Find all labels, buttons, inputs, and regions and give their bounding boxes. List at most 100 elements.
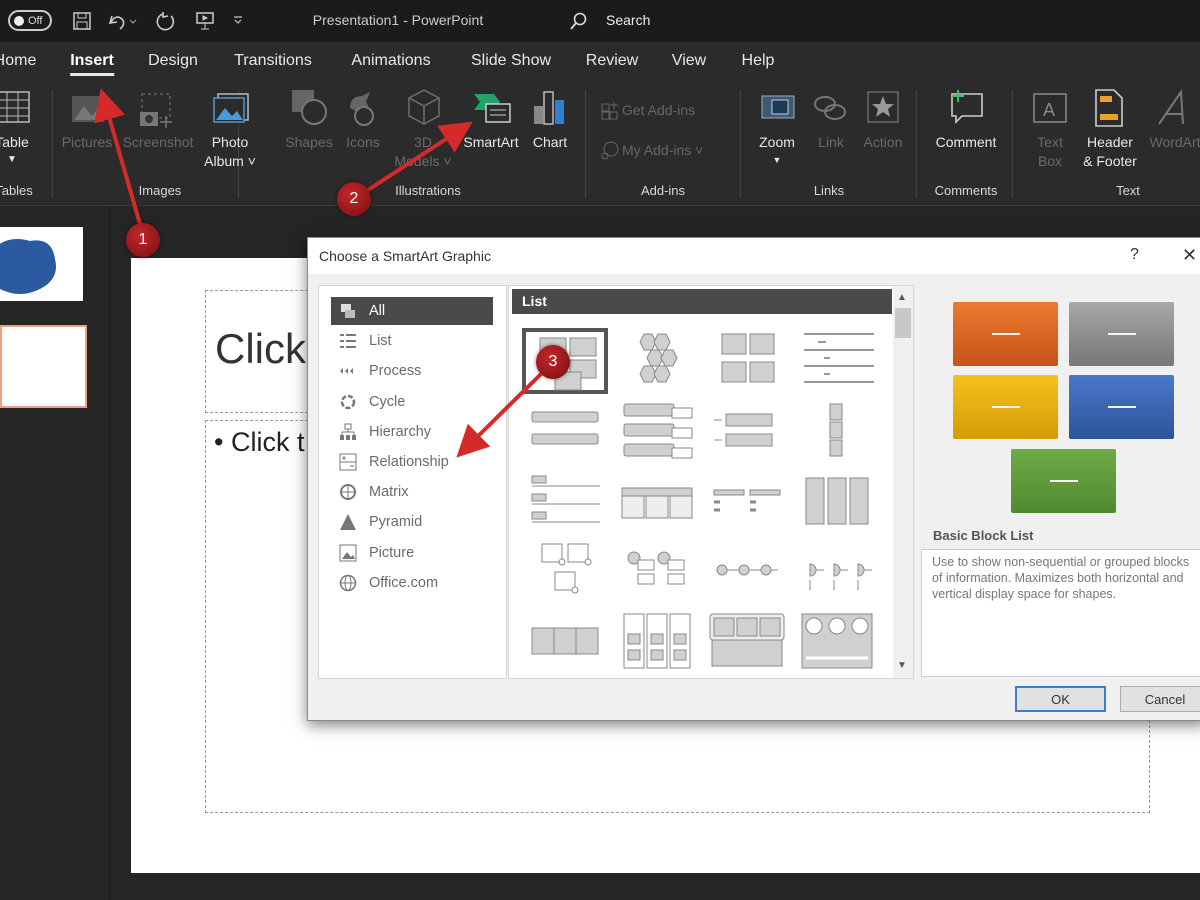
group-label-images: Images xyxy=(138,183,182,198)
smartart-button[interactable]: SmartArt xyxy=(463,132,518,152)
slide-thumbnail-1[interactable] xyxy=(0,227,83,301)
new-comment-icon xyxy=(951,90,983,124)
tab-animations[interactable]: Animations xyxy=(351,52,430,70)
scroll-up-icon[interactable]: ▲ xyxy=(897,292,907,303)
category-label: Relationship xyxy=(369,454,449,470)
smartart-layout-thumbnail[interactable] xyxy=(794,540,880,606)
icons-icon xyxy=(350,92,374,126)
zoom-button[interactable]: Zoom xyxy=(759,132,795,152)
category-label: Picture xyxy=(369,544,415,561)
category-icon xyxy=(340,423,356,440)
chevron-down-icon: ▼ xyxy=(772,155,782,165)
gallery-header: List xyxy=(512,289,892,314)
smartart-layout-thumbnail[interactable] xyxy=(614,400,700,466)
search-icon[interactable] xyxy=(568,11,588,31)
smartart-layout-thumbnail[interactable] xyxy=(704,400,790,466)
category-cycle[interactable]: Cycle xyxy=(331,388,493,416)
group-label-text: Text xyxy=(1116,183,1140,198)
photo-album-button[interactable]: Photo xyxy=(212,132,249,152)
smartart-layout-thumbnail[interactable] xyxy=(794,400,880,466)
text-box-button[interactable]: Text xyxy=(1037,132,1063,152)
shapes-button[interactable]: Shapes xyxy=(285,132,332,152)
help-button[interactable]: ? xyxy=(1130,246,1139,264)
toggle-knob xyxy=(14,15,24,26)
scroll-down-icon[interactable]: ▼ xyxy=(897,660,907,671)
tab-home[interactable]: Home xyxy=(0,52,36,70)
category-list[interactable]: List xyxy=(331,327,493,355)
category-pyramid[interactable]: Pyramid xyxy=(331,508,493,536)
icons-button[interactable]: Icons xyxy=(346,132,379,152)
divider xyxy=(585,90,586,198)
smartart-layout-thumbnail[interactable] xyxy=(614,328,700,394)
smartart-layout-thumbnail[interactable] xyxy=(794,470,880,536)
tab-design[interactable]: Design xyxy=(148,52,198,70)
screenshot-button[interactable]: Screenshot xyxy=(123,132,194,152)
category-process[interactable]: Process xyxy=(331,357,493,385)
wordart-button[interactable]: WordArt xyxy=(1149,132,1200,152)
comment-button[interactable]: Comment xyxy=(936,132,997,152)
scrollbar-thumb[interactable] xyxy=(895,308,911,338)
slide-thumbnail-2[interactable] xyxy=(0,325,87,408)
my-addins-button[interactable]: My Add-ins ˅ xyxy=(600,140,703,160)
preview-block-yellow xyxy=(953,375,1058,439)
pictures-button[interactable]: Pictures xyxy=(62,132,113,152)
category-hierarchy[interactable]: Hierarchy xyxy=(331,418,493,446)
table-button[interactable]: Table ▼ xyxy=(0,90,48,180)
preview-block-orange xyxy=(953,302,1058,366)
chart-button[interactable]: Chart xyxy=(533,132,567,152)
category-office-com[interactable]: Office.com xyxy=(331,569,493,597)
3d-models-button[interactable]: 3D xyxy=(414,132,432,152)
preview-block-gray xyxy=(1069,302,1174,366)
header-footer-icon xyxy=(1095,89,1123,127)
search-box[interactable]: Search xyxy=(606,12,650,28)
action-button[interactable]: Action xyxy=(864,132,903,152)
smartart-layout-thumbnail[interactable] xyxy=(794,610,880,676)
layout-diagram-icon xyxy=(714,413,773,447)
category-matrix[interactable]: Matrix xyxy=(331,478,493,506)
save-icon[interactable] xyxy=(72,11,92,31)
smartart-layout-thumbnail[interactable] xyxy=(614,470,700,536)
present-from-start-icon[interactable] xyxy=(194,10,216,32)
smartart-layout-thumbnail[interactable] xyxy=(704,540,790,606)
dialog-title: Choose a SmartArt Graphic xyxy=(319,248,491,264)
tab-slide-show[interactable]: Slide Show xyxy=(471,52,551,70)
category-icon xyxy=(340,368,353,375)
category-icon xyxy=(339,574,357,592)
customize-toolbar-icon[interactable] xyxy=(232,14,244,26)
undo-icon[interactable] xyxy=(106,10,138,32)
tab-help[interactable]: Help xyxy=(742,52,775,70)
category-picture[interactable]: Picture xyxy=(331,539,493,567)
smartart-layout-thumbnail[interactable] xyxy=(704,470,790,536)
group-label-tables: Tables xyxy=(0,183,33,198)
tab-review[interactable]: Review xyxy=(586,52,638,70)
dialog-title-bar: Choose a SmartArt Graphic ? ✕ xyxy=(308,238,1200,274)
layout-diagram-icon xyxy=(805,477,869,525)
smartart-layout-thumbnail[interactable] xyxy=(614,610,700,676)
category-all[interactable]: All xyxy=(331,297,493,325)
smartart-layout-thumbnail[interactable] xyxy=(522,400,608,466)
smartart-layout-thumbnail[interactable] xyxy=(522,470,608,536)
autosave-toggle[interactable]: Off xyxy=(8,10,52,31)
smartart-layout-thumbnail[interactable] xyxy=(522,540,608,606)
preview-block-blue xyxy=(1069,375,1174,439)
tab-insert[interactable]: Insert xyxy=(70,52,114,76)
text-box-label-2: Box xyxy=(1037,153,1063,169)
category-relationship[interactable]: Relationship xyxy=(331,448,493,476)
tab-transitions[interactable]: Transitions xyxy=(234,52,312,70)
close-button[interactable]: ✕ xyxy=(1182,245,1197,266)
smartart-layout-thumbnail[interactable] xyxy=(704,610,790,676)
tab-view[interactable]: View xyxy=(672,52,706,70)
gallery-scrollbar[interactable]: ▲ ▼ xyxy=(893,286,913,678)
redo-icon[interactable] xyxy=(155,10,177,32)
get-addins-button[interactable]: Get Add-ins xyxy=(600,100,695,120)
smartart-layout-thumbnail[interactable] xyxy=(704,328,790,394)
link-icon xyxy=(814,96,846,120)
link-button[interactable]: Link xyxy=(818,132,844,152)
smartart-layout-thumbnail[interactable] xyxy=(794,328,880,394)
ok-button[interactable]: OK xyxy=(1015,686,1106,712)
header-footer-label-2: & Footer xyxy=(1083,153,1137,169)
cancel-button[interactable]: Cancel xyxy=(1120,686,1200,712)
smartart-layout-thumbnail[interactable] xyxy=(522,610,608,676)
header-footer-button[interactable]: Header xyxy=(1087,132,1133,152)
smartart-layout-thumbnail[interactable] xyxy=(614,540,700,606)
